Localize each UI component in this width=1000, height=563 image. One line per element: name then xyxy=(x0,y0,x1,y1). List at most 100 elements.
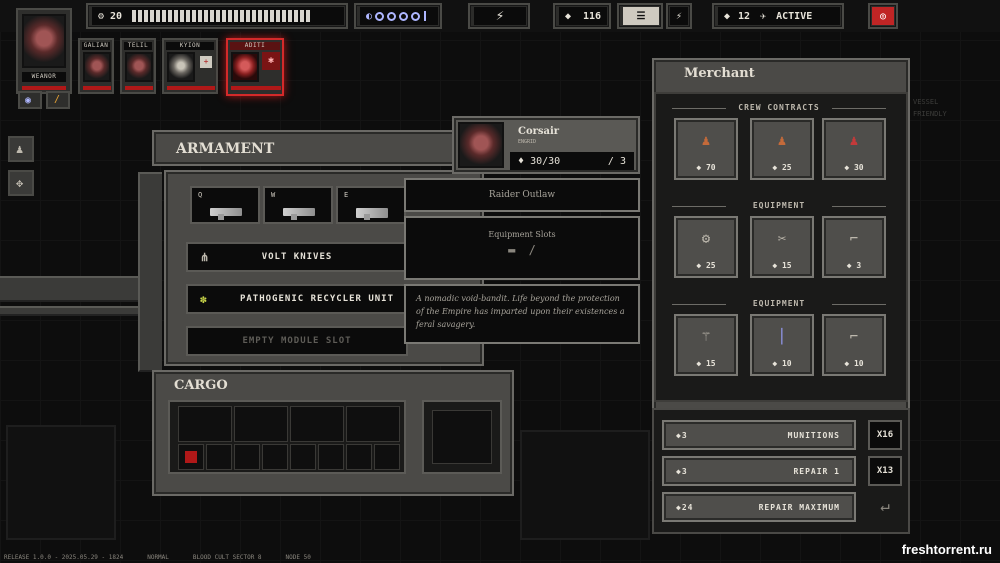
cargo-slot[interactable] xyxy=(346,406,400,442)
equipment-label: Equipment Slots xyxy=(488,230,556,239)
unit-class-box: Raider Outlaw xyxy=(404,178,640,212)
cargo-slot[interactable] xyxy=(290,406,344,442)
crew-face xyxy=(231,52,259,82)
cargo-slot[interactable] xyxy=(178,444,204,470)
cargo-slot[interactable] xyxy=(262,444,288,470)
merchant-item[interactable]: ⌐ ◆ 10 xyxy=(822,314,886,376)
armor-slot-icon[interactable]: ▬ xyxy=(508,243,515,257)
buy-repair-1-button[interactable]: ◆3 REPAIR 1 xyxy=(662,456,856,486)
shield-panel: ◐ xyxy=(354,3,442,29)
fuel-tick xyxy=(306,10,311,22)
section-divider xyxy=(832,108,886,109)
fuel-tick xyxy=(180,10,185,22)
captain-face xyxy=(22,14,66,68)
module-slot-volt-knives[interactable]: ⋔ VOLT KNIVES xyxy=(186,242,408,272)
rifle-icon xyxy=(210,208,242,220)
merchant-item[interactable]: ⚚ ◆ 15 xyxy=(674,314,738,376)
crew-icon: ⚙ xyxy=(98,10,105,22)
captain-skill-2[interactable]: / xyxy=(46,91,70,109)
item-icon: ♟ xyxy=(849,133,859,149)
buy-repair-max-button[interactable]: ◆24 REPAIR MAXIMUM xyxy=(662,492,856,522)
armament-title: ARMAMENT xyxy=(176,141,275,157)
ability-button[interactable]: ⚡ xyxy=(666,3,692,29)
fuel-tick xyxy=(198,10,203,22)
crew-portrait-kyion[interactable]: KYION + xyxy=(162,38,218,94)
merchant-item[interactable]: ⌐ ◆ 3 xyxy=(822,216,886,278)
threat-status-panel: ◆ 12 ✈ ACTIVE xyxy=(712,3,844,29)
bg-label: VESSEL FRIENDLY xyxy=(913,98,947,118)
captain-portrait[interactable]: WEANOR xyxy=(16,8,72,94)
weapon-slot-w[interactable]: W xyxy=(263,186,333,224)
crew-group-icon: ♟ xyxy=(16,142,24,156)
fuel-tick xyxy=(138,10,143,22)
fuel-tick xyxy=(288,10,293,22)
crew-name: KYION xyxy=(166,42,214,50)
unit-subtitle: ENGRID xyxy=(518,139,537,145)
armament-header: ARMAMENT xyxy=(152,130,462,166)
weapon-slot-e[interactable]: E xyxy=(336,186,406,224)
attack-icon: / xyxy=(607,155,614,167)
merchant-item[interactable]: ♟ ◆ 30 xyxy=(822,118,886,180)
merchant-item[interactable]: │ ◆ 10 xyxy=(750,314,814,376)
crew-portrait-galian[interactable]: GALIAN xyxy=(78,38,114,94)
fuel-tick xyxy=(210,10,215,22)
menu-button[interactable]: ◎ xyxy=(868,3,898,29)
module-slot-empty[interactable]: EMPTY MODULE SLOT xyxy=(186,326,408,356)
crew-hp-bar xyxy=(125,86,153,90)
cargo-special-slot[interactable] xyxy=(422,400,502,474)
cargo-item-icon xyxy=(185,451,197,463)
expand-button[interactable]: ✥ xyxy=(8,170,34,196)
merchant-item[interactable]: ♟ ◆ 70 xyxy=(674,118,738,180)
section-divider xyxy=(672,108,726,109)
crew-manage-icon: ☰ xyxy=(623,7,659,25)
item-price: ◆ 15 xyxy=(772,261,792,270)
captain-name: WEANOR xyxy=(22,72,66,82)
crew-name: TELIL xyxy=(124,42,152,50)
sector-name: BLOOD CULT SECTOR 8 xyxy=(192,554,262,561)
buy-munitions-button[interactable]: ◆3 MUNITIONS xyxy=(662,420,856,450)
captain-skill-1[interactable]: ◉ xyxy=(18,91,42,109)
crew-manage-button[interactable]: ☰ xyxy=(617,3,663,29)
shield-pip xyxy=(387,11,397,21)
crew-portrait-telil[interactable]: TELIL xyxy=(120,38,156,94)
spiral-icon: ◎ xyxy=(872,7,894,25)
recycler-icon: ✽ xyxy=(200,292,208,306)
fuel-tick xyxy=(258,10,263,22)
merchant-item[interactable]: ♟ ◆ 25 xyxy=(750,118,814,180)
weapon-slot-icon[interactable]: / xyxy=(529,243,536,257)
shield-icon: ◐ xyxy=(366,10,373,22)
merchant-title: Merchant xyxy=(684,66,755,81)
weapon-slot-q[interactable]: Q xyxy=(190,186,260,224)
item-icon: ⚚ xyxy=(701,329,711,345)
cargo-slot[interactable] xyxy=(374,444,400,470)
cargo-slot[interactable] xyxy=(346,444,372,470)
fuel-tick xyxy=(222,10,227,22)
fuel-tick xyxy=(234,10,239,22)
cargo-slot[interactable] xyxy=(234,444,260,470)
unit-description: A nomadic void-bandit. Life beyond the p… xyxy=(416,294,625,329)
cargo-slot[interactable] xyxy=(206,444,232,470)
expand-icon: ✥ xyxy=(16,176,24,190)
merchant-item[interactable]: ⚙ ◆ 25 xyxy=(674,216,738,278)
module-slot-recycler[interactable]: ✽ PATHOGENIC RECYCLER UNIT xyxy=(186,284,408,314)
item-price: ◆ 15 xyxy=(696,359,716,368)
cargo-slot[interactable] xyxy=(178,406,232,442)
crew-portrait-aditi[interactable]: ADITI ✱ xyxy=(226,38,284,96)
fuel-tick xyxy=(174,10,179,22)
unit-stats: ♦ 30/30 / 3 xyxy=(510,152,634,170)
formation-button[interactable]: ♟ xyxy=(8,136,34,162)
unit-card-header: Corsair ENGRID ♦ 30/30 / 3 xyxy=(452,116,640,174)
power-button[interactable]: ⚡ xyxy=(468,3,530,29)
cargo-slot[interactable] xyxy=(290,444,316,470)
unit-class: Raider Outlaw xyxy=(488,190,556,200)
item-price: ◆ 25 xyxy=(772,163,792,172)
cargo-slot[interactable] xyxy=(318,444,344,470)
item-price: ◆ 30 xyxy=(844,163,864,172)
release-info: RELEASE 1.0.0 - 2025.05.29 - 1824 xyxy=(4,554,124,561)
buy-label: MUNITIONS xyxy=(787,430,840,440)
back-arrow-icon[interactable]: ↵ xyxy=(872,496,898,520)
merchant-item[interactable]: ✂ ◆ 15 xyxy=(750,216,814,278)
equipment-slots-box: Equipment Slots ▬ / xyxy=(404,216,640,280)
ship-icon: ✈ xyxy=(760,10,767,22)
cargo-slot[interactable] xyxy=(234,406,288,442)
